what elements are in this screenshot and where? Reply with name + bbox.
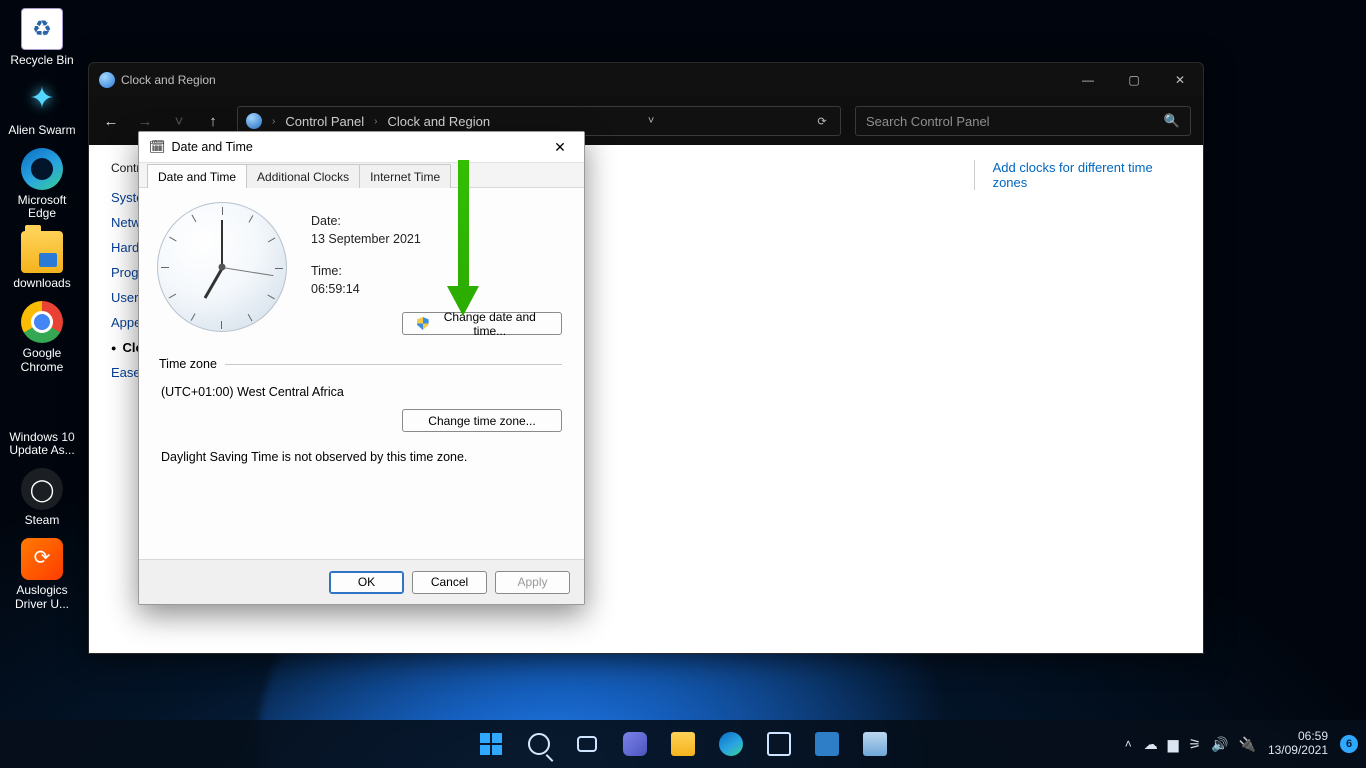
second-hand — [222, 267, 274, 276]
change-timezone-button[interactable]: Change time zone... — [402, 409, 562, 432]
date-value: 13 September 2021 — [311, 232, 421, 246]
tab-date-time[interactable]: Date and Time — [147, 164, 247, 188]
window-title: Clock and Region — [121, 73, 216, 87]
taskbar: ˄ ☁ ▆ ⚞ 🔊 🔌 06:59 13/09/2021 6 — [0, 720, 1366, 768]
dst-note: Daylight Saving Time is not observed by … — [161, 450, 467, 464]
search-placeholder: Search Control Panel — [866, 114, 990, 129]
wifi-icon[interactable]: ⚞ — [1189, 736, 1202, 753]
clock-region-icon — [99, 72, 115, 88]
tray-date: 13/09/2021 — [1268, 744, 1328, 758]
dialog-close-button[interactable]: ✕ — [540, 134, 580, 160]
calendar-clock-icon: 🗓 — [149, 139, 166, 155]
desktop-icon-edge[interactable]: Microsoft Edge — [4, 144, 80, 228]
taskbar-chat[interactable] — [615, 724, 655, 764]
change-date-time-button[interactable]: Change date and time... — [402, 312, 562, 335]
desktop-icons: ♻Recycle Bin ✦Alien Swarm Microsoft Edge… — [4, 4, 80, 618]
time-value: 06:59:14 — [311, 282, 421, 296]
label: Auslogics Driver U... — [15, 583, 69, 611]
system-tray: ˄ ☁ ▆ ⚞ 🔊 🔌 06:59 13/09/2021 6 — [1125, 720, 1358, 768]
timezone-value: (UTC+01:00) West Central Africa — [161, 385, 344, 399]
taskbar-store[interactable] — [759, 724, 799, 764]
breadcrumb-leaf[interactable]: Clock and Region — [387, 114, 490, 129]
date-label: Date: — [311, 214, 421, 228]
desktop-icon-chrome[interactable]: Google Chrome — [4, 297, 80, 381]
dialog-button-row: OK Cancel Apply — [139, 559, 584, 604]
timezone-groupbox: Time zone — [159, 357, 562, 371]
ok-button[interactable]: OK — [329, 571, 404, 594]
address-dropdown-icon[interactable]: ˅ — [648, 115, 654, 127]
tray-clock[interactable]: 06:59 13/09/2021 — [1268, 730, 1328, 758]
label: Recycle Bin — [10, 53, 73, 67]
search-box[interactable]: Search Control Panel 🔍 — [855, 106, 1191, 136]
tab-additional-clocks[interactable]: Additional Clocks — [246, 164, 360, 188]
desktop-icon-downloads[interactable]: downloads — [4, 227, 80, 297]
maximize-button[interactable]: ▢ — [1111, 63, 1157, 97]
minimize-button[interactable]: — — [1065, 63, 1111, 97]
chevron-right-icon: › — [272, 116, 275, 127]
minute-hand — [221, 220, 223, 268]
cancel-button[interactable]: Cancel — [412, 571, 487, 594]
search-icon: 🔍 — [1164, 113, 1180, 129]
task-view[interactable] — [567, 724, 607, 764]
dialog-titlebar[interactable]: 🗓 Date and Time — [139, 132, 584, 162]
titlebar[interactable]: Clock and Region — [89, 63, 1203, 97]
tab-internet-time[interactable]: Internet Time — [359, 164, 451, 188]
taskbar-explorer[interactable] — [663, 724, 703, 764]
analog-clock — [157, 202, 287, 332]
chevron-right-icon: › — [374, 116, 377, 127]
taskbar-app-1[interactable] — [807, 724, 847, 764]
start-button[interactable] — [471, 724, 511, 764]
taskbar-edge[interactable] — [711, 724, 751, 764]
tray-time: 06:59 — [1268, 730, 1328, 744]
window-buttons: — ▢ ✕ — [1065, 63, 1203, 97]
taskbar-control-panel[interactable] — [855, 724, 895, 764]
desktop-icon-auslogics[interactable]: ⟳Auslogics Driver U... — [4, 534, 80, 618]
tab-strip: Date and Time Additional Clocks Internet… — [139, 162, 584, 188]
refresh-icon[interactable]: ⟳ — [812, 115, 832, 128]
tray-overflow-icon[interactable]: ˄ — [1125, 737, 1132, 751]
hour-hand — [204, 268, 224, 299]
desktop-icon-alien-swarm[interactable]: ✦Alien Swarm — [4, 74, 80, 144]
nav-back-icon[interactable]: ← — [101, 111, 121, 131]
label: Alien Swarm — [8, 123, 75, 137]
label: Microsoft Edge — [18, 193, 67, 221]
close-button[interactable]: ✕ — [1157, 63, 1203, 97]
desktop-icon-steam[interactable]: ◯Steam — [4, 464, 80, 534]
nav-up-icon[interactable]: ↑ — [203, 111, 223, 131]
timezone-header: Time zone — [159, 357, 217, 371]
desktop-icon-recycle-bin[interactable]: ♻Recycle Bin — [4, 4, 80, 74]
link-add-clocks[interactable]: Add clocks for different time zones — [974, 160, 1179, 190]
time-label: Time: — [311, 264, 421, 278]
date-time-dialog: 🗓 Date and Time ✕ Date and Time Addition… — [138, 131, 585, 605]
label: downloads — [13, 276, 70, 290]
power-icon[interactable]: 🔌 — [1239, 736, 1256, 753]
control-panel-icon — [246, 113, 262, 129]
clock-pin — [219, 264, 226, 271]
nav-forward-icon[interactable]: → — [135, 111, 155, 131]
taskbar-search[interactable] — [519, 724, 559, 764]
battery-icon[interactable]: ▆ — [1168, 736, 1179, 753]
label: Windows 10 Update As... — [9, 430, 74, 458]
action-links: Set the time and date Change the time zo… — [683, 160, 1179, 190]
dialog-title: Date and Time — [172, 140, 253, 154]
apply-button[interactable]: Apply — [495, 571, 570, 594]
onedrive-icon[interactable]: ☁ — [1144, 736, 1158, 753]
label: Steam — [25, 513, 60, 527]
nav-recent-icon[interactable]: ˅ — [169, 111, 189, 131]
breadcrumb-root[interactable]: Control Panel — [285, 114, 364, 129]
label: Google Chrome — [21, 346, 64, 374]
desktop-icon-win10-update[interactable]: Windows 10 Update As... — [4, 381, 80, 465]
notifications-badge[interactable]: 6 — [1340, 735, 1358, 753]
desktop: ♻Recycle Bin ✦Alien Swarm Microsoft Edge… — [0, 0, 1366, 768]
taskbar-center — [471, 724, 895, 764]
volume-icon[interactable]: 🔊 — [1211, 736, 1228, 753]
